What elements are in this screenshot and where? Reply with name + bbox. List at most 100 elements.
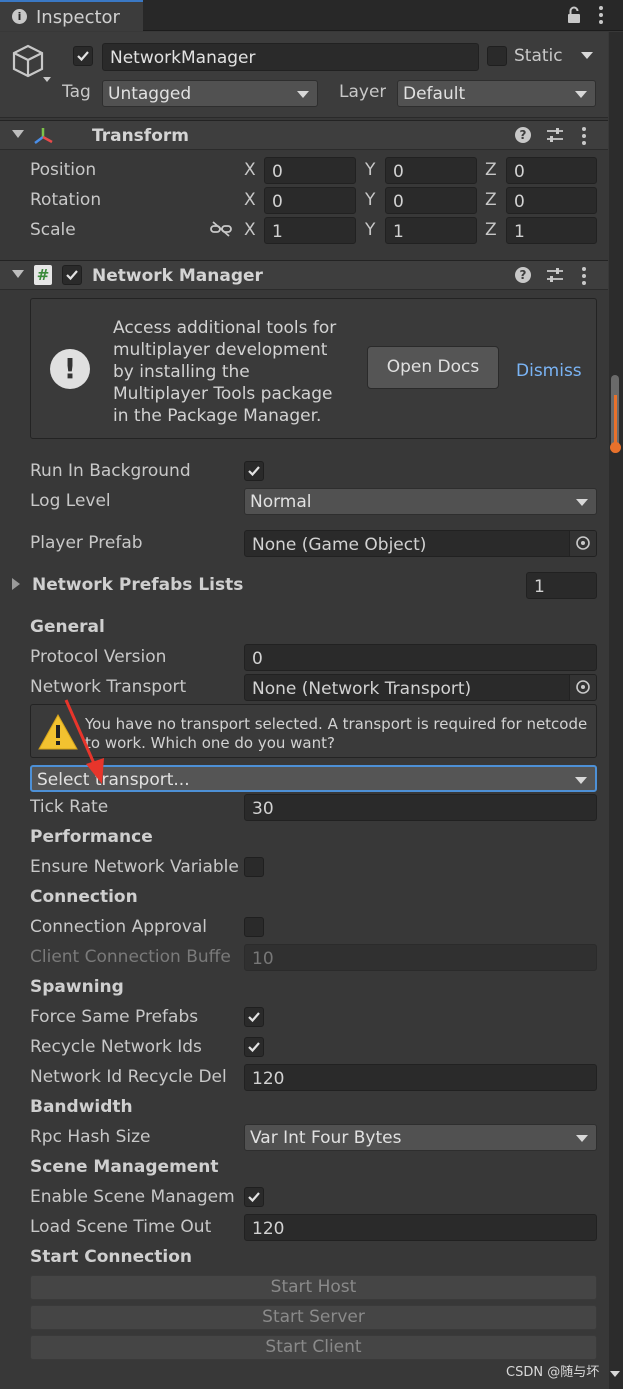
watermark: CSDN @随与坏 (506, 1365, 600, 1380)
tag-value: Untagged (108, 84, 192, 104)
rotation-label: Rotation (30, 192, 102, 209)
network-prefabs-lists-label[interactable]: Network Prefabs Lists (32, 577, 243, 594)
tick-rate-input[interactable]: 30 (244, 794, 597, 821)
chevron-down-icon (575, 777, 587, 784)
network-transport-field[interactable]: None (Network Transport) (244, 674, 597, 701)
network-transport-label: Network Transport (30, 679, 187, 696)
help-icon[interactable]: ? (515, 127, 531, 143)
gameobject-cube-icon[interactable] (10, 44, 52, 91)
tag-dropdown[interactable]: Untagged (102, 80, 318, 107)
open-docs-button[interactable]: Open Docs (367, 346, 499, 389)
object-picker-icon[interactable] (569, 675, 596, 700)
rotation-z-axis[interactable]: Z (485, 192, 497, 209)
layer-value: Default (403, 84, 466, 104)
load-scene-timeout-input[interactable]: 120 (244, 1214, 597, 1241)
rpc-hash-size-dropdown[interactable]: Var Int Four Bytes (244, 1124, 597, 1151)
info-line: in the Package Manager. (113, 406, 322, 426)
enable-scene-management-checkbox[interactable] (244, 1187, 264, 1207)
transport-warning-box: You have no transport selected. A transp… (30, 704, 597, 758)
scale-y-input[interactable]: 1 (385, 217, 477, 244)
static-checkbox[interactable] (487, 46, 507, 66)
rotation-y-axis[interactable]: Y (365, 192, 375, 209)
scrollbar-progress-dot (610, 442, 621, 453)
recycle-network-ids-label: Recycle Network Ids (30, 1039, 202, 1056)
load-scene-timeout-label: Load Scene Time Out (30, 1219, 212, 1236)
scale-x-axis[interactable]: X (244, 222, 256, 239)
info-line: by installing the (113, 362, 250, 382)
start-host-button[interactable]: Start Host (30, 1275, 597, 1300)
start-client-button[interactable]: Start Client (30, 1335, 597, 1360)
network-id-recycle-delay-label: Network Id Recycle Del (30, 1069, 227, 1086)
run-in-background-checkbox[interactable] (244, 461, 264, 481)
start-server-button[interactable]: Start Server (30, 1305, 597, 1330)
object-active-checkbox[interactable] (73, 46, 93, 66)
position-y-input[interactable]: 0 (385, 157, 477, 184)
client-connection-buffer-input: 10 (244, 944, 597, 971)
start-connection-section-title: Start Connection (30, 1247, 192, 1267)
scrollbar-track[interactable] (609, 32, 623, 1389)
scale-z-input[interactable]: 1 (506, 217, 597, 244)
scene-management-section-title: Scene Management (30, 1157, 219, 1177)
position-y-axis[interactable]: Y (365, 162, 375, 179)
player-prefab-value: None (Game Object) (252, 535, 427, 555)
warning-line-2: to work. Which one do you want? (85, 734, 335, 752)
object-name-input[interactable]: NetworkManager (102, 43, 479, 71)
preset-icon[interactable] (546, 267, 564, 286)
scale-y-axis[interactable]: Y (365, 222, 375, 239)
scale-x-input[interactable]: 1 (264, 217, 356, 244)
component-menu-icon[interactable] (581, 126, 587, 149)
dismiss-link[interactable]: Dismiss (516, 363, 582, 380)
rotation-y-input[interactable]: 0 (385, 187, 477, 214)
log-level-dropdown[interactable]: Normal (244, 488, 597, 515)
transform-header[interactable]: Transform ? (0, 120, 608, 150)
select-transport-dropdown[interactable]: Select transport... (30, 765, 597, 792)
info-line: multiplayer development (113, 340, 328, 360)
network-manager-header[interactable]: # Network Manager ? (0, 260, 608, 290)
protocol-version-input[interactable]: 0 (244, 644, 597, 671)
tick-rate-label: Tick Rate (30, 799, 109, 816)
force-same-prefabs-label: Force Same Prefabs (30, 1009, 199, 1026)
position-z-axis[interactable]: Z (485, 162, 497, 179)
static-dropdown-icon[interactable] (581, 52, 593, 59)
layer-dropdown[interactable]: Default (397, 80, 596, 107)
preset-icon[interactable] (546, 127, 564, 146)
static-label: Static (514, 48, 563, 65)
more-menu-icon[interactable] (598, 5, 604, 30)
component-menu-icon[interactable] (581, 266, 587, 289)
connection-approval-checkbox[interactable] (244, 917, 264, 937)
network-manager-enabled-checkbox[interactable] (62, 265, 82, 285)
collapse-arrow-icon (12, 270, 24, 278)
script-hash-icon: # (34, 265, 52, 285)
recycle-network-ids-checkbox[interactable] (244, 1037, 264, 1057)
transform-title: Transform (92, 126, 189, 146)
rotation-x-input[interactable]: 0 (264, 187, 356, 214)
help-icon[interactable]: ? (515, 267, 531, 283)
force-same-prefabs-checkbox[interactable] (244, 1007, 264, 1027)
constrain-proportions-icon[interactable] (210, 221, 232, 242)
foldout-arrow-icon[interactable] (12, 578, 20, 590)
info-line: Access additional tools for (113, 318, 337, 338)
object-picker-icon[interactable] (569, 531, 596, 556)
lock-icon[interactable] (566, 6, 582, 29)
position-z-input[interactable]: 0 (506, 157, 597, 184)
inspector-tab[interactable]: i Inspector (0, 0, 143, 31)
position-x-axis[interactable]: X (244, 162, 256, 179)
ensure-network-variable-checkbox[interactable] (244, 857, 264, 877)
position-x-input[interactable]: 0 (264, 157, 356, 184)
scale-z-axis[interactable]: Z (485, 222, 497, 239)
player-prefab-field[interactable]: None (Game Object) (244, 530, 597, 557)
connection-approval-label: Connection Approval (30, 919, 208, 936)
chevron-down-icon (297, 91, 309, 98)
scrollbar-progress-marker (614, 395, 617, 445)
ensure-network-variable-label: Ensure Network Variable (30, 859, 238, 876)
network-prefabs-lists-count[interactable]: 1 (526, 572, 597, 599)
bandwidth-section-title: Bandwidth (30, 1097, 133, 1117)
tag-label: Tag (62, 84, 91, 101)
player-prefab-label: Player Prefab (30, 535, 143, 552)
rotation-z-input[interactable]: 0 (506, 187, 597, 214)
run-in-background-label: Run In Background (30, 463, 191, 480)
rotation-x-axis[interactable]: X (244, 192, 256, 209)
general-section-title: General (30, 617, 105, 637)
log-level-value: Normal (250, 492, 312, 512)
network-id-recycle-delay-input[interactable]: 120 (244, 1064, 597, 1091)
